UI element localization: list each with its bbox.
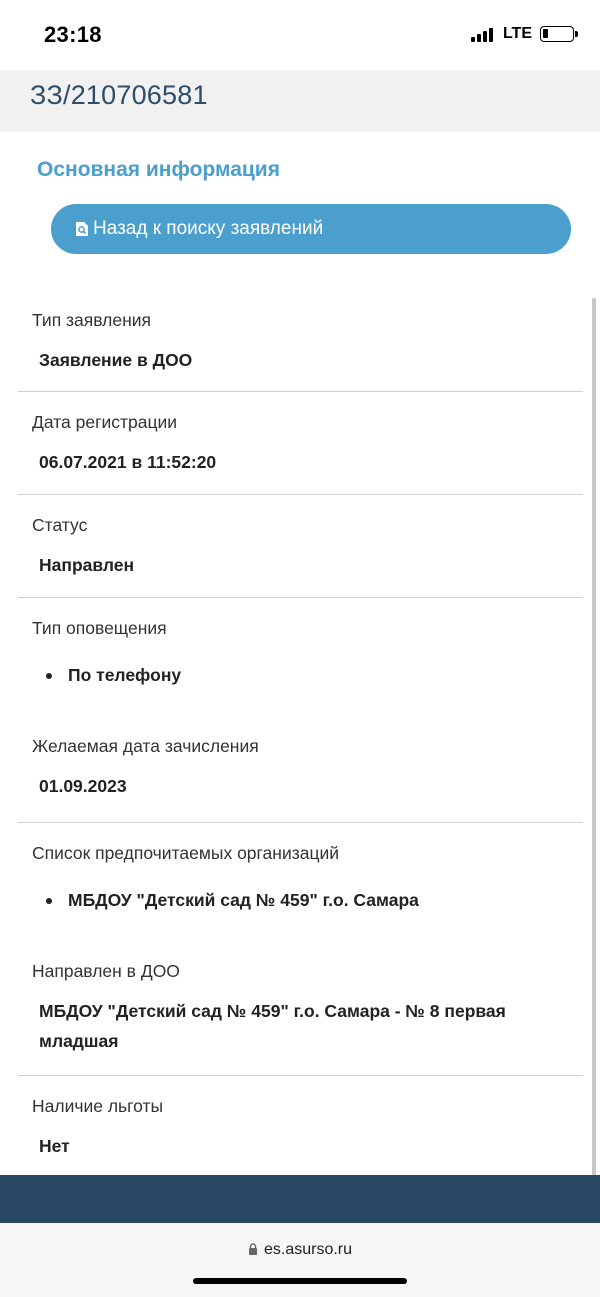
- section-title: Основная информация: [37, 158, 280, 181]
- back-to-search-label: Назад к поиску заявлений: [93, 218, 324, 239]
- lock-icon: [248, 1242, 258, 1255]
- status-bar: 23:18 LTE: [0, 0, 600, 70]
- field-value: 06.07.2021 в 11:52:20: [39, 452, 217, 472]
- status-indicators: LTE: [470, 25, 578, 43]
- application-details: Тип заявления Заявление в ДОО Дата регис…: [18, 290, 583, 1176]
- organizations-list: МБДОУ "Детский сад № 459" г.о. Самара: [18, 890, 583, 911]
- list-item: По телефону: [46, 665, 583, 686]
- field-label: Список предпочитаемых организаций: [32, 843, 340, 863]
- field-value: 01.09.2023: [39, 776, 127, 796]
- application-number: ЗЗ/210706581: [30, 80, 208, 110]
- back-to-search-button[interactable]: Назад к поиску заявлений: [51, 204, 571, 254]
- field-value: Заявление в ДОО: [39, 350, 193, 370]
- url-text: es.asurso.ru: [263, 1241, 353, 1258]
- network-type: LTE: [502, 25, 532, 42]
- field-desired-enrollment-date: Желаемая дата зачисления 01.09.2023: [18, 718, 583, 823]
- signal-icon: [470, 27, 493, 42]
- field-label: Тип заявления: [32, 310, 152, 330]
- field-label: Статус: [32, 515, 88, 535]
- browser-address-bar[interactable]: es.asurso.ru: [0, 1223, 600, 1297]
- field-notification-type: Тип оповещения По телефону: [18, 598, 583, 718]
- field-application-type: Тип заявления Заявление в ДОО: [18, 290, 583, 392]
- field-benefit: Наличие льготы Нет: [18, 1076, 583, 1176]
- field-label: Тип оповещения: [32, 618, 167, 638]
- field-value: МБДОУ "Детский сад № 459" г.о. Самара - …: [39, 1001, 506, 1051]
- field-label: Наличие льготы: [32, 1096, 164, 1116]
- field-value: Нет: [39, 1136, 70, 1156]
- home-indicator[interactable]: [193, 1278, 407, 1284]
- field-registration-date: Дата регистрации 06.07.2021 в 11:52:20: [18, 392, 583, 495]
- url-display[interactable]: es.asurso.ru: [0, 1241, 600, 1259]
- field-label: Дата регистрации: [32, 412, 178, 432]
- field-preferred-organizations: Список предпочитаемых организаций МБДОУ …: [18, 823, 583, 943]
- scrollbar[interactable]: [592, 298, 596, 1218]
- battery-icon: [540, 26, 578, 42]
- field-status: Статус Направлен: [18, 495, 583, 598]
- status-time: 23:18: [44, 22, 102, 47]
- field-value: Направлен: [39, 555, 135, 575]
- list-item: МБДОУ "Детский сад № 459" г.о. Самара: [46, 890, 583, 911]
- field-label: Желаемая дата зачисления: [32, 736, 259, 756]
- page-footer: [0, 1175, 600, 1223]
- notification-list: По телефону: [18, 665, 583, 686]
- field-directed-to: Направлен в ДОО МБДОУ "Детский сад № 459…: [18, 943, 583, 1076]
- field-label: Направлен в ДОО: [32, 961, 180, 981]
- page-header: ЗЗ/210706581: [0, 70, 600, 132]
- document-search-icon: [75, 221, 89, 237]
